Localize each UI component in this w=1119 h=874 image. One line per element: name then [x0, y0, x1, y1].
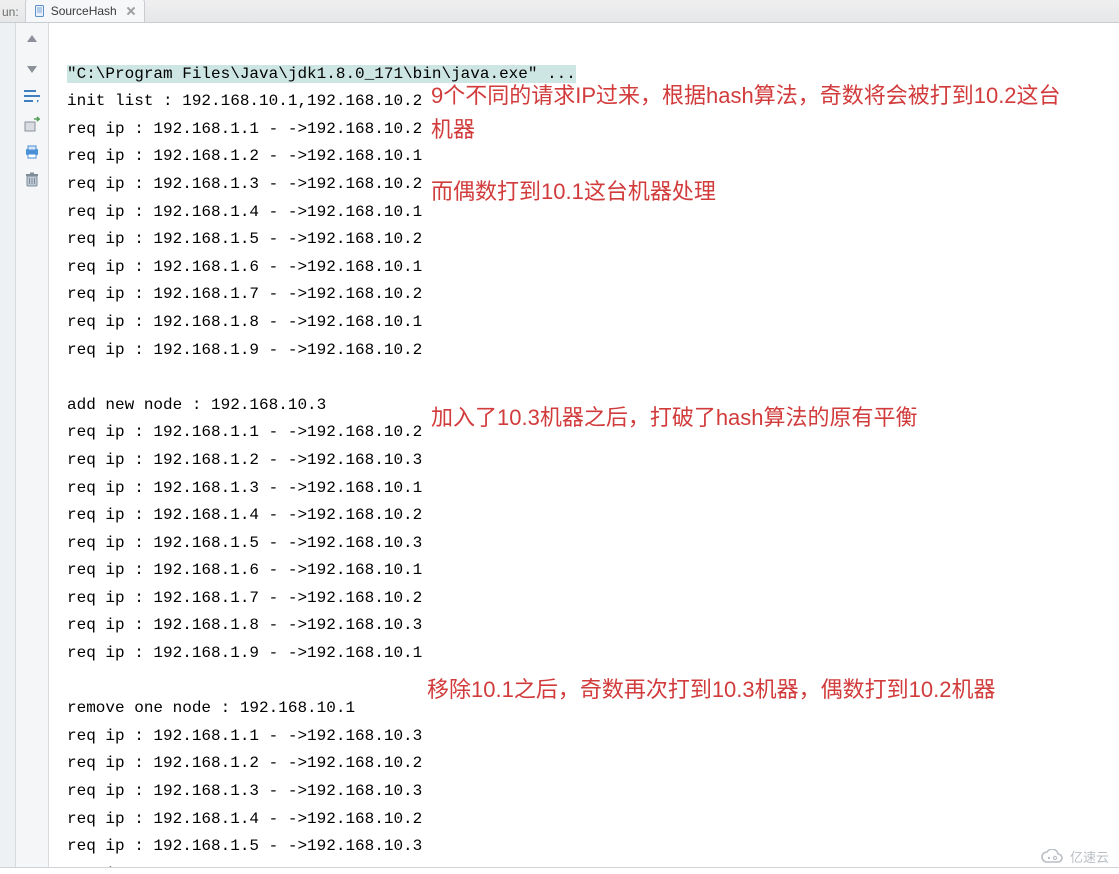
bottom-bar	[0, 867, 1119, 874]
up-arrow-icon[interactable]	[21, 29, 43, 51]
file-icon	[34, 5, 46, 17]
tab-label: SourceHash	[51, 4, 117, 18]
print-icon[interactable]	[21, 141, 43, 163]
annotation-4: 移除10.1之后，奇数再次打到10.3机器，偶数打到10.2机器	[427, 673, 995, 707]
console-output[interactable]: "C:\Program Files\Java\jdk1.8.0_171\bin\…	[49, 23, 1119, 871]
trash-icon[interactable]	[21, 169, 43, 191]
cloud-icon	[1040, 849, 1064, 865]
close-icon[interactable]	[126, 6, 136, 16]
run-label: un:	[0, 5, 25, 22]
annotation-3: 加入了10.3机器之后，打破了hash算法的原有平衡	[431, 401, 918, 435]
watermark: 亿速云	[1040, 847, 1109, 866]
watermark-text: 亿速云	[1070, 847, 1109, 866]
console-toolbar	[16, 23, 49, 871]
down-arrow-icon[interactable]	[21, 57, 43, 79]
wrap-text-icon[interactable]	[21, 85, 43, 107]
tab-sourcehash[interactable]: SourceHash	[25, 0, 145, 22]
export-icon[interactable]	[21, 113, 43, 135]
annotation-2: 而偶数打到10.1这台机器处理	[431, 175, 716, 209]
left-gutter-strip	[0, 23, 16, 871]
annotation-1: 9个不同的请求IP过来，根据hash算法，奇数将会被打到10.2这台机器	[431, 79, 1061, 147]
run-tabbar: un: SourceHash	[0, 0, 1119, 23]
